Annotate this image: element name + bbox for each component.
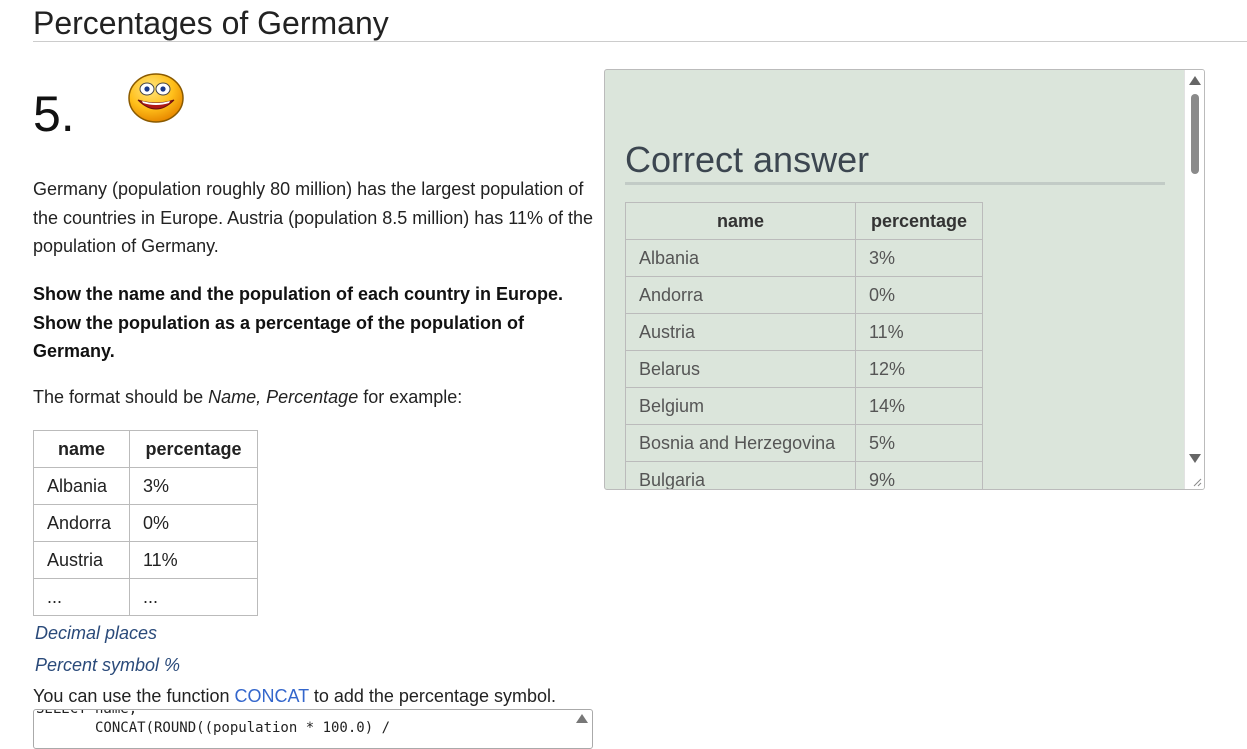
table-row: Bosnia and Herzegovina 5% <box>625 424 983 462</box>
resize-grip-icon[interactable] <box>1192 477 1202 487</box>
concat-hint: You can use the function CONCAT to add t… <box>33 684 556 708</box>
question-number: 5. <box>33 86 75 142</box>
table-cell: 3% <box>855 239 983 277</box>
format-prefix: The format should be <box>33 387 209 407</box>
correct-answer-panel[interactable]: Correct answer name percentage Albania 3%… <box>604 69 1205 490</box>
format-name: Name <box>208 387 257 407</box>
table-row: Andorra 0% <box>33 504 258 542</box>
concat-prefix: You can use the function <box>33 686 235 706</box>
scroll-down-arrow-icon[interactable] <box>1189 454 1201 463</box>
table-cell: 0% <box>129 504 258 542</box>
example-table: name percentage Albania 3% Andorra 0% Au… <box>33 430 258 616</box>
code-text[interactable]: SELECT name, CONCAT(ROUND((population * … <box>36 709 391 738</box>
code-line-2: CONCAT(ROUND((population * 100.0) / <box>36 720 391 736</box>
hint-percent-symbol-link[interactable]: Percent symbol % <box>35 653 180 677</box>
table-cell: Bulgaria <box>625 461 856 489</box>
page-title: Percentages of Germany <box>33 5 389 41</box>
example-header-percentage: percentage <box>129 430 258 468</box>
table-row: Belgium 14% <box>625 387 983 425</box>
example-header-name: name <box>33 430 130 468</box>
format-separator: , <box>256 387 267 407</box>
table-cell: 11% <box>855 313 983 351</box>
table-row: Bulgaria 9% <box>625 461 983 489</box>
code-line-1: SELECT name, <box>36 709 138 717</box>
answer-scrollbar[interactable] <box>1184 70 1204 489</box>
table-cell: 0% <box>855 276 983 314</box>
question-description: Germany (population roughly 80 million) … <box>33 179 593 256</box>
smiley-face-icon <box>128 73 184 123</box>
scrollbar-thumb[interactable] <box>1191 94 1199 174</box>
table-cell: 14% <box>855 387 983 425</box>
concat-link[interactable]: CONCAT <box>235 686 309 706</box>
table-cell: 5% <box>855 424 983 462</box>
code-scroll-up-icon[interactable] <box>576 714 588 723</box>
question-task: Show the name and the population of each… <box>33 284 564 361</box>
table-cell: 11% <box>129 541 258 579</box>
table-row: Belarus 12% <box>625 350 983 388</box>
sql-code-editor[interactable]: SELECT name, CONCAT(ROUND((population * … <box>33 709 593 749</box>
table-cell: Albania <box>625 239 856 277</box>
answer-header-percentage: percentage <box>855 202 983 240</box>
table-cell: ... <box>33 578 130 616</box>
title-bar: Percentages of Germany <box>33 0 1247 42</box>
scroll-up-arrow-icon[interactable] <box>1189 76 1201 85</box>
table-cell: Andorra <box>625 276 856 314</box>
format-percentage: Percentage <box>266 387 359 407</box>
answer-table: name percentage Albania 3% Andorra 0% Aust… <box>625 202 983 489</box>
table-cell: Albania <box>33 467 130 505</box>
answer-header-name: name <box>625 202 856 240</box>
table-cell: ... <box>129 578 258 616</box>
table-row: Andorra 0% <box>625 276 983 314</box>
table-row: Austria 11% <box>33 541 258 579</box>
answer-header-row: name percentage <box>625 202 983 240</box>
table-cell: 3% <box>129 467 258 505</box>
table-row: Austria 11% <box>625 313 983 351</box>
table-cell: 9% <box>855 461 983 489</box>
format-suffix: for example: <box>358 387 463 407</box>
example-header-row: name percentage <box>33 430 258 468</box>
table-cell: Belgium <box>625 387 856 425</box>
table-cell: Austria <box>625 313 856 351</box>
table-cell: Belarus <box>625 350 856 388</box>
table-cell: Austria <box>33 541 130 579</box>
table-cell: 12% <box>855 350 983 388</box>
hint-decimal-places-link[interactable]: Decimal places <box>35 621 157 645</box>
table-row: Albania 3% <box>33 467 258 505</box>
format-instruction: The format should be Name, Percentage fo… <box>33 383 598 412</box>
concat-suffix: to add the percentage symbol. <box>308 686 557 706</box>
answer-heading: Correct answer <box>625 138 1165 185</box>
table-row: Albania 3% <box>625 239 983 277</box>
table-cell: Andorra <box>33 504 130 542</box>
table-row: ... ... <box>33 578 258 616</box>
table-cell: Bosnia and Herzegovina <box>625 424 856 462</box>
